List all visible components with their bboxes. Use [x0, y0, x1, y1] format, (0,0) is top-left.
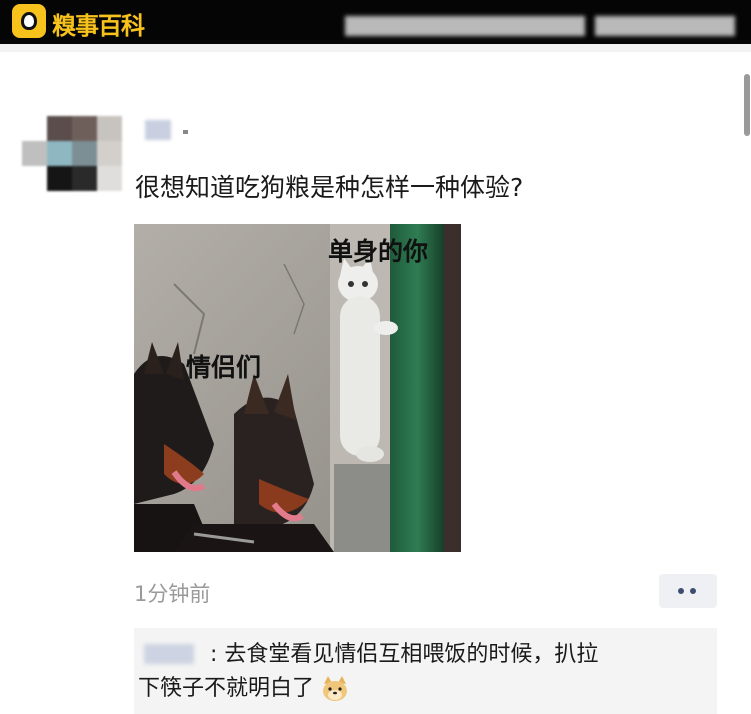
more-options-button[interactable]: [659, 574, 717, 608]
comment-text-line2: 下筷子不就明白了: [138, 670, 349, 702]
doge-emoji-icon: [323, 676, 348, 701]
username-mark: [183, 130, 188, 134]
app-logo-icon: [12, 4, 46, 38]
blurred-header-text: [345, 16, 585, 36]
header-divider: [0, 44, 751, 52]
comment-text-line1: : 去食堂看见情侣互相喂饭的时候，扒拉: [210, 642, 599, 667]
blurred-header-text-2: [595, 16, 735, 36]
comment-username-blurred[interactable]: [144, 644, 194, 664]
post-time: 1分钟前: [134, 582, 211, 606]
username-blurred[interactable]: [145, 120, 171, 140]
app-logo-text: 糗事百科: [52, 12, 145, 40]
avatar[interactable]: [22, 116, 122, 192]
meme-caption-single: 单身的你: [328, 237, 429, 266]
post-text: 很想知道吃狗粮是种怎样一种体验?: [135, 173, 524, 202]
meme-illustration: [134, 224, 461, 552]
more-dots-icon: [690, 588, 696, 594]
meme-image[interactable]: 单身的你 情侣们: [134, 224, 461, 552]
more-dots-icon: [678, 588, 684, 594]
meme-caption-couples: 情侣们: [186, 353, 262, 382]
scrollbar[interactable]: [744, 74, 750, 136]
comment-text-line2-content: 下筷子不就明白了: [138, 676, 315, 701]
comment-box: : 去食堂看见情侣互相喂饭的时候，扒拉 下筷子不就明白了: [134, 628, 717, 714]
top-bar: 糗事百科: [0, 0, 751, 44]
